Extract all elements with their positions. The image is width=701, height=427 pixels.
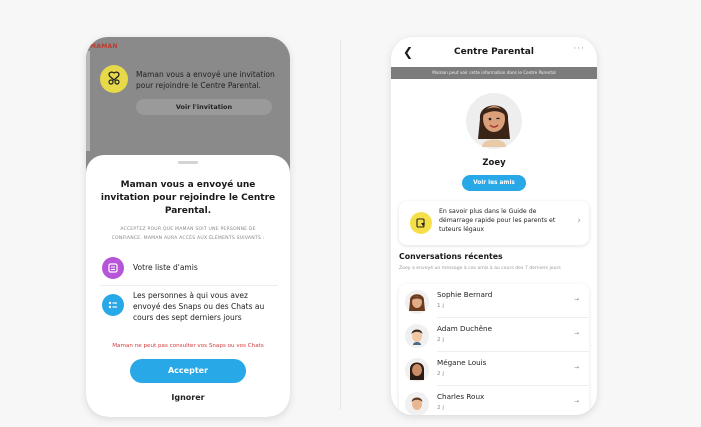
profile-name: Zoey	[482, 158, 506, 168]
sheet-subtitle: ACCEPTEZ POUR QUE MAMAN SOIT UNE PERSONN…	[111, 227, 265, 241]
recent-conversations-subtitle: Zoey a envoyé un message à ces amis à au…	[399, 266, 561, 271]
quick-start-guide-card[interactable]: En savoir plus dans le Guide de démarrag…	[399, 201, 589, 245]
conversation-row[interactable]: Adam Duchêne 2 j →	[399, 318, 589, 352]
feature-label: Les personnes à qui vous avez envoyé des…	[133, 291, 265, 322]
chat-invitation-text: Maman vous a envoyé une invitation pour …	[136, 70, 275, 90]
feature-label: Votre liste d'amis	[133, 263, 198, 272]
sheet-title: Maman vous a envoyé une invitation pour …	[100, 180, 276, 216]
chevron-right-icon: ›	[577, 216, 581, 226]
guide-text: En savoir plus dans le Guide de démarrag…	[439, 208, 556, 233]
parental-center-screen: ❮ Centre Parental ··· Maman peut voir ce…	[391, 37, 597, 415]
feature-recent-contacts: Les personnes à qui vous avez envoyé des…	[102, 290, 273, 323]
arrow-icon: →	[573, 364, 579, 371]
contact-time: 2 j	[437, 405, 444, 411]
recent-conversations-title: Conversations récentes	[399, 252, 503, 261]
arrow-icon: →	[573, 398, 579, 405]
profile-bitmoji-avatar[interactable]	[466, 93, 522, 149]
ignore-button[interactable]: Ignorer	[86, 393, 290, 402]
accept-button[interactable]: Accepter	[130, 359, 246, 383]
header: ❮ Centre Parental ···	[391, 37, 597, 67]
conversation-row[interactable]: Charles Roux 2 j →	[399, 386, 589, 415]
invitation-phone-screen: MAMAN Maman vous a envoyé une invitation…	[86, 37, 290, 417]
contact-name: Adam Duchêne	[437, 324, 493, 333]
chat-sender-label: MAMAN	[90, 43, 118, 50]
contact-time: 1 j	[437, 303, 444, 309]
contact-time: 2 j	[437, 337, 444, 343]
parental-center-icon	[100, 65, 128, 93]
feature-friends-list: Votre liste d'amis	[102, 257, 273, 279]
friends-list-icon	[102, 257, 124, 279]
chat-list-icon	[102, 294, 124, 316]
contact-avatar	[405, 290, 429, 314]
feature-separator	[100, 285, 278, 286]
contact-time: 2 j	[437, 371, 444, 377]
page-title: Centre Parental	[454, 47, 534, 57]
panel-divider	[340, 40, 341, 410]
contact-name: Sophie Bernard	[437, 290, 493, 299]
arrow-icon: →	[573, 330, 579, 337]
invitation-sheet: Maman vous a envoyé une invitation pour …	[86, 155, 290, 417]
view-invitation-button[interactable]: Voir l'invitation	[136, 99, 272, 115]
conversation-list: Sophie Bernard 1 j → Adam Duchêne 2 j → …	[399, 284, 589, 415]
chat-background: MAMAN Maman vous a envoyé une invitation…	[86, 37, 290, 157]
visibility-banner: Maman peut voir cette information dans l…	[391, 67, 597, 79]
arrow-icon: →	[573, 296, 579, 303]
view-friends-button[interactable]: Voir les amis	[462, 175, 526, 191]
conversation-row[interactable]: Mégane Louis 2 j →	[399, 352, 589, 386]
sheet-handle[interactable]	[178, 161, 198, 164]
contact-name: Charles Roux	[437, 392, 485, 401]
privacy-warning: Maman ne peut pas consulter vos Snaps ou…	[112, 343, 264, 349]
guide-icon	[410, 212, 432, 234]
contact-name: Mégane Louis	[437, 358, 487, 367]
more-options-icon[interactable]: ···	[573, 44, 585, 54]
chat-bar	[86, 51, 90, 151]
contact-avatar	[405, 358, 429, 382]
contact-avatar	[405, 324, 429, 348]
conversation-row[interactable]: Sophie Bernard 1 j →	[399, 284, 589, 318]
contact-avatar	[405, 392, 429, 415]
